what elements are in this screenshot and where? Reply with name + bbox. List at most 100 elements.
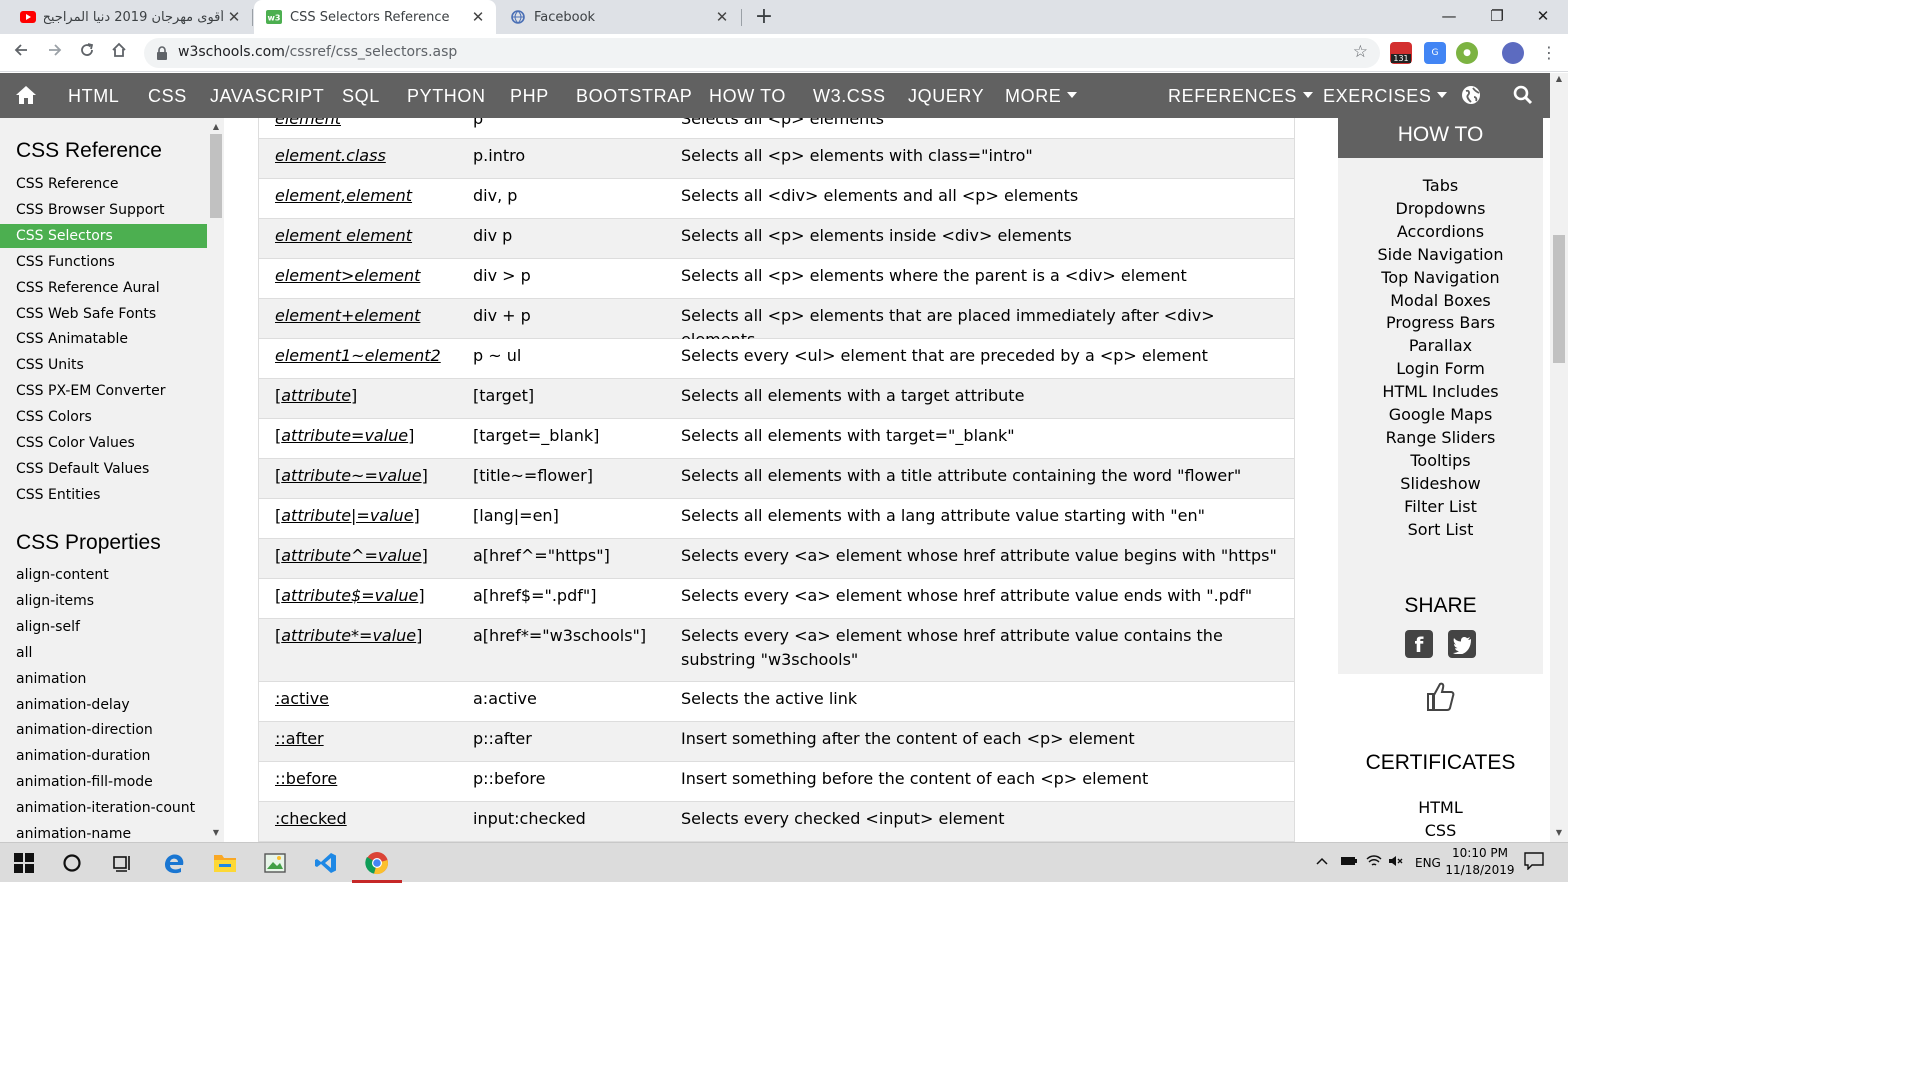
profile-avatar[interactable]: [1502, 42, 1524, 64]
howto-link[interactable]: Google Maps: [1338, 404, 1543, 426]
translate-icon[interactable]: G: [1424, 42, 1446, 64]
sidebar-scrollbar-thumb[interactable]: [210, 134, 222, 218]
cortana-search-icon[interactable]: [58, 849, 86, 877]
selector-link[interactable]: element1~element2: [275, 346, 441, 365]
sidebar-item-property[interactable]: animation-duration: [0, 744, 207, 768]
nav-css[interactable]: CSS: [148, 73, 187, 118]
nav-how-to[interactable]: HOW TO: [709, 73, 786, 118]
extension-badge-icon[interactable]: 131: [1390, 42, 1412, 64]
howto-link[interactable]: Modal Boxes: [1338, 290, 1543, 312]
selector-link[interactable]: attribute*=value: [281, 626, 416, 645]
sidebar-item-ref[interactable]: CSS PX-EM Converter: [0, 379, 207, 403]
nav-references[interactable]: REFERENCES: [1168, 73, 1314, 118]
new-tab-button[interactable]: +: [752, 4, 776, 30]
home-button[interactable]: [106, 40, 132, 66]
selector-link[interactable]: ::before: [275, 769, 337, 788]
howto-link[interactable]: Parallax: [1338, 335, 1543, 357]
nav-more[interactable]: MORE: [1005, 73, 1078, 118]
page-scrollbar-thumb[interactable]: [1553, 235, 1565, 363]
tray-chevron-up-icon[interactable]: [1316, 855, 1328, 869]
selector-link[interactable]: attribute=value: [281, 426, 408, 445]
scroll-down-arrow-icon[interactable]: ▼: [1550, 828, 1568, 837]
nav-w3css[interactable]: W3.CSS: [813, 73, 886, 118]
bookmark-star-icon[interactable]: ☆: [1353, 42, 1368, 62]
search-icon[interactable]: [1513, 73, 1533, 118]
task-view-icon[interactable]: [108, 849, 136, 877]
howto-link[interactable]: Sort List: [1338, 519, 1543, 541]
scroll-up-arrow-icon[interactable]: ▲: [1550, 74, 1568, 83]
scroll-up-arrow-icon[interactable]: ▲: [208, 122, 224, 131]
address-bar[interactable]: w3schools.com/cssref/css_selectors.asp ☆: [144, 38, 1380, 68]
selector-link[interactable]: element>element: [275, 266, 420, 285]
howto-link[interactable]: Slideshow: [1338, 473, 1543, 495]
selector-link[interactable]: element.class: [275, 146, 386, 165]
sidebar-item-property[interactable]: animation-direction: [0, 718, 207, 742]
window-close-button[interactable]: ✕: [1520, 0, 1566, 34]
forward-button[interactable]: [42, 40, 68, 66]
howto-link[interactable]: Filter List: [1338, 496, 1543, 518]
close-icon[interactable]: ✕: [224, 8, 244, 26]
howto-link[interactable]: Accordions: [1338, 221, 1543, 243]
howto-link[interactable]: Side Navigation: [1338, 244, 1543, 266]
howto-link[interactable]: Progress Bars: [1338, 312, 1543, 334]
sidebar-item-ref[interactable]: CSS Web Safe Fonts: [0, 302, 207, 326]
nav-php[interactable]: PHP: [510, 73, 549, 118]
sidebar-item-ref[interactable]: CSS Browser Support: [0, 198, 207, 222]
chrome-icon[interactable]: [363, 849, 391, 877]
sidebar-item-ref[interactable]: CSS Colors: [0, 405, 207, 429]
image-editor-icon[interactable]: [261, 849, 289, 877]
twitter-icon[interactable]: [1448, 630, 1476, 658]
nav-html[interactable]: HTML: [68, 73, 119, 118]
nav-sql[interactable]: SQL: [342, 73, 380, 118]
sidebar-item-ref[interactable]: CSS Animatable: [0, 327, 207, 351]
extension-globe-icon[interactable]: ●: [1456, 42, 1478, 64]
selector-link[interactable]: attribute$=value: [281, 586, 418, 605]
howto-link[interactable]: Login Form: [1338, 358, 1543, 380]
battery-icon[interactable]: [1340, 855, 1358, 869]
sidebar-item-property[interactable]: animation: [0, 667, 207, 691]
system-clock[interactable]: 10:10 PM 11/18/2019: [1440, 845, 1520, 879]
reload-button[interactable]: [74, 40, 100, 66]
sidebar-item-property[interactable]: align-items: [0, 589, 207, 613]
selector-link[interactable]: :active: [275, 689, 329, 708]
sidebar-item-property[interactable]: align-self: [0, 615, 207, 639]
nav-javascript[interactable]: JAVASCRIPT: [210, 73, 324, 118]
selector-link[interactable]: element element: [275, 226, 412, 245]
sidebar-item-property[interactable]: animation-iteration-count: [0, 796, 207, 820]
selector-link[interactable]: element+element: [275, 306, 420, 325]
sidebar-item-ref[interactable]: CSS Color Values: [0, 431, 207, 455]
sidebar-item-property[interactable]: animation-fill-mode: [0, 770, 207, 794]
volume-mute-icon[interactable]: [1388, 855, 1404, 870]
howto-link[interactable]: Dropdowns: [1338, 198, 1543, 220]
howto-link[interactable]: Range Sliders: [1338, 427, 1543, 449]
tab-youtube[interactable]: أقوى مهرجان 2019 دنيا المراجيح (عا ✕: [8, 0, 252, 34]
sidebar-item-ref[interactable]: CSS Functions: [0, 250, 207, 274]
windows-start-icon[interactable]: [10, 849, 38, 877]
close-icon[interactable]: ✕: [468, 8, 488, 26]
edge-browser-icon[interactable]: [160, 849, 188, 877]
sidebar-item-ref[interactable]: CSS Units: [0, 353, 207, 377]
sidebar-item-property[interactable]: animation-delay: [0, 693, 207, 717]
scroll-down-arrow-icon[interactable]: ▼: [208, 828, 224, 837]
maximize-button[interactable]: ❐: [1474, 0, 1520, 34]
selector-link[interactable]: attribute^=value: [281, 546, 421, 565]
wifi-icon[interactable]: [1366, 855, 1382, 870]
selector-link[interactable]: attribute: [281, 386, 351, 405]
howto-link[interactable]: Tooltips: [1338, 450, 1543, 472]
menu-dots-icon[interactable]: ⋮: [1536, 40, 1562, 66]
sidebar-scrollbar[interactable]: [208, 118, 224, 842]
nav-jquery[interactable]: JQUERY: [908, 73, 984, 118]
sidebar-item-ref[interactable]: CSS Entities: [0, 483, 207, 507]
selector-link[interactable]: attribute~=value: [281, 466, 421, 485]
nav-bootstrap[interactable]: BOOTSTRAP: [576, 73, 692, 118]
howto-link[interactable]: Tabs: [1338, 175, 1543, 197]
selector-link[interactable]: element: [275, 118, 341, 128]
nav-exercises[interactable]: EXERCISES: [1323, 73, 1448, 118]
back-button[interactable]: [8, 40, 34, 66]
tab-facebook[interactable]: Facebook ✕: [498, 0, 740, 34]
sidebar-item-property[interactable]: all: [0, 641, 207, 665]
certificate-html-link[interactable]: HTML: [1338, 798, 1543, 817]
selector-link[interactable]: attribute|=value: [281, 506, 413, 525]
language-indicator[interactable]: ENG: [1415, 856, 1441, 870]
thumbs-up-icon[interactable]: [1425, 680, 1455, 712]
